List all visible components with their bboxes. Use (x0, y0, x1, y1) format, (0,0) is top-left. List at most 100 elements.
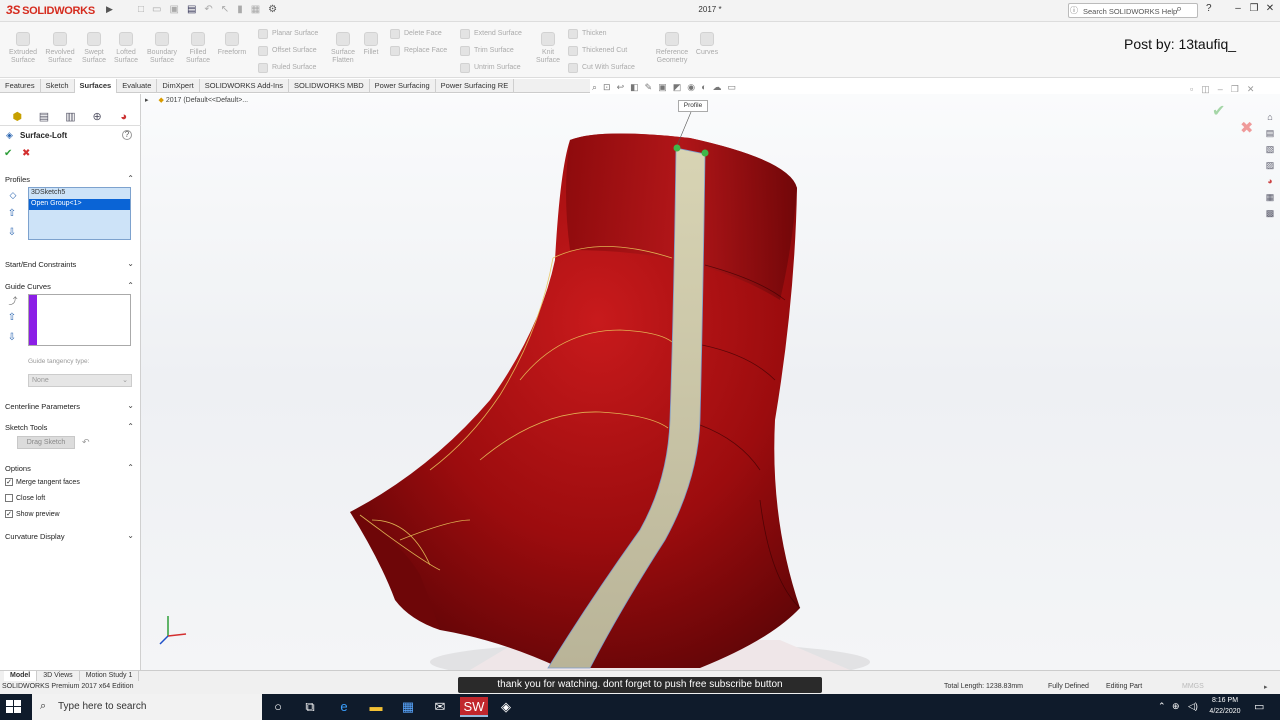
viewport-maximize-icon[interactable]: ❐ (1231, 84, 1239, 94)
tab-surfaces[interactable]: Surfaces (74, 79, 118, 93)
search-icon[interactable]: ⌕ (1176, 3, 1190, 17)
expand-chevron-icon[interactable]: ⌄ (127, 531, 134, 540)
profiles-list[interactable]: 3DSketch5 Open Group<1> (28, 187, 131, 240)
move-down-arrow-icon[interactable]: ⇩ (6, 227, 18, 239)
curvature-display-header[interactable]: Curvature Display ⌄ (0, 529, 138, 543)
confirm-corner-ok-icon[interactable]: ✔ (1212, 101, 1230, 120)
close-loft-checkbox[interactable] (5, 494, 13, 502)
previous-view-icon[interactable]: ↩ (617, 82, 625, 96)
guide-curves-header[interactable]: Guide Curves ⌃ (0, 279, 138, 293)
store-icon[interactable]: ▦ (394, 697, 422, 717)
tab-power-surfacing[interactable]: Power Surfacing (370, 79, 436, 93)
cortana-icon[interactable]: ○ (264, 697, 292, 717)
cancel-x-icon[interactable]: ✖ (22, 148, 34, 160)
ok-check-icon[interactable]: ✔ (4, 148, 16, 160)
extruded-surface-button[interactable]: Extruded Surface (4, 22, 42, 78)
edit-appearance-icon[interactable]: ◐ (701, 82, 706, 96)
boundary-surface-button[interactable]: Boundary Surface (142, 22, 182, 78)
rebuild-icon[interactable]: ▮ (237, 4, 243, 18)
extend-surface-button[interactable]: Extend Surface (460, 25, 532, 42)
cut-with-surface-button[interactable]: Cut With Surface (568, 59, 648, 76)
fillet-button[interactable]: Fillet (358, 22, 384, 78)
tab-3d-views[interactable]: 3D Views (37, 671, 80, 681)
help-icon[interactable]: ? (122, 130, 132, 140)
viewport-close-icon[interactable]: ✕ (1247, 84, 1255, 94)
thickened-cut-button[interactable]: Thickened Cut (568, 42, 648, 59)
minimize-button[interactable]: – (1230, 3, 1246, 17)
viewport-restore-icon[interactable]: ▫ (1190, 84, 1193, 94)
viewport-minimize-icon[interactable]: – (1218, 84, 1223, 94)
notifications-icon[interactable]: ▭ (1254, 700, 1264, 713)
expand-arrow-icon[interactable]: ▸ (145, 97, 149, 104)
tab-power-surfacing-re[interactable]: Power Surfacing RE (436, 79, 515, 93)
display-style-icon[interactable]: ◩ (673, 82, 682, 96)
revolved-surface-button[interactable]: Revolved Surface (42, 22, 78, 78)
guide-curves-list[interactable] (28, 294, 131, 346)
merge-tangent-faces-checkbox[interactable]: ✓ (5, 478, 13, 486)
profile-item[interactable]: 3DSketch5 (29, 188, 130, 199)
solidworks-logo[interactable]: 3S SOLIDWORKS (6, 3, 106, 19)
untrim-surface-button[interactable]: Untrim Surface (460, 59, 532, 76)
curves-button[interactable]: Curves (694, 22, 720, 78)
close-loft-option[interactable]: Close loft (5, 493, 135, 503)
feature-manager-tab-icon[interactable]: ⬢ (10, 110, 24, 124)
zoom-to-fit-icon[interactable]: ⌕ (592, 82, 597, 96)
collapse-chevron-icon[interactable]: ⌃ (127, 174, 134, 183)
graphics-area[interactable] (141, 94, 1280, 670)
file-explorer-icon[interactable]: ▨ (1263, 160, 1277, 173)
freeform-button[interactable]: Freeform (214, 22, 250, 78)
property-manager-tab-icon[interactable]: ▤ (37, 110, 51, 124)
file-explorer-icon[interactable]: ▬ (362, 697, 390, 717)
merge-tangent-faces-option[interactable]: ✓ Merge tangent faces (5, 477, 135, 487)
forum-icon[interactable]: ▩ (1263, 208, 1277, 221)
print-icon[interactable]: ▤ (187, 4, 196, 18)
dynamic-annotation-icon[interactable]: ✎ (645, 82, 653, 96)
section-view-icon[interactable]: ◧ (630, 82, 639, 96)
show-preview-option[interactable]: ✓ Show preview (5, 509, 135, 519)
windows-start-icon[interactable] (6, 700, 22, 714)
solidworks-taskbar-icon[interactable]: SW (460, 697, 488, 717)
feature-tree-flyout[interactable]: ▸ ◆ 2017 (Default<<Default>... (145, 96, 285, 110)
app-taskbar-icon[interactable]: ◈ (492, 697, 520, 717)
status-bar-toggle-icon[interactable]: ▸ (1264, 683, 1276, 693)
replace-face-button[interactable]: Replace Face (390, 42, 452, 59)
expand-chevron-icon[interactable]: ⌄ (127, 259, 134, 268)
configuration-manager-tab-icon[interactable]: ▥ (63, 110, 77, 124)
clock-date[interactable]: 4/22/2020 (1203, 708, 1247, 718)
appearances-icon[interactable]: ◕ (1263, 176, 1277, 189)
hide-show-items-icon[interactable]: ◉ (687, 82, 695, 96)
view-orientation-icon[interactable]: ▣ (658, 82, 667, 96)
sketch-tools-header[interactable]: Sketch Tools ⌃ (0, 420, 138, 434)
volume-icon[interactable]: ◁) (1188, 701, 1198, 712)
show-preview-checkbox[interactable]: ✓ (5, 510, 13, 518)
swept-surface-button[interactable]: Swept Surface (78, 22, 110, 78)
delete-face-button[interactable]: Delete Face (390, 25, 452, 42)
offset-surface-button[interactable]: Offset Surface (258, 42, 328, 59)
tab-solidworks-addins[interactable]: SOLIDWORKS Add-Ins (200, 79, 290, 93)
tab-solidworks-mbd[interactable]: SOLIDWORKS MBD (289, 79, 370, 93)
centerline-parameters-header[interactable]: Centerline Parameters ⌄ (0, 399, 138, 413)
units-text[interactable]: MMGS (1182, 683, 1216, 693)
undo-icon[interactable]: ↶ (204, 4, 212, 18)
reference-geometry-button[interactable]: Reference Geometry (652, 22, 692, 78)
view-settings-icon[interactable]: ▭ (728, 82, 737, 96)
guide-move-up-arrow-icon[interactable]: ⇧ (6, 312, 18, 324)
display-manager-tab-icon[interactable]: ◕ (117, 110, 131, 124)
dimxpert-manager-tab-icon[interactable]: ⊕ (90, 110, 104, 124)
mail-icon[interactable]: ✉ (426, 697, 454, 717)
clock-time[interactable]: 8:16 PM (1205, 697, 1245, 707)
planar-surface-button[interactable]: Planar Surface (258, 25, 328, 42)
start-end-constraints-header[interactable]: Start/End Constraints ⌄ (0, 257, 138, 271)
move-up-arrow-icon[interactable]: ⇧ (6, 208, 18, 220)
tab-sketch[interactable]: Sketch (41, 79, 75, 93)
select-icon[interactable]: ↖ (221, 4, 229, 18)
task-view-icon[interactable]: ⧉ (296, 697, 324, 717)
profile-handle-left[interactable] (673, 144, 681, 152)
menu-expand-icon[interactable]: ▶ (106, 4, 114, 18)
help-button[interactable]: ? (1206, 3, 1216, 17)
filled-surface-button[interactable]: Filled Surface (182, 22, 214, 78)
taskbar-search-box[interactable]: Type here to search (32, 694, 262, 720)
collapse-chevron-icon[interactable]: ⌃ (127, 281, 134, 290)
viewport-tile-icon[interactable]: ◫ (1201, 84, 1210, 94)
new-document-icon[interactable]: □ (138, 4, 144, 18)
